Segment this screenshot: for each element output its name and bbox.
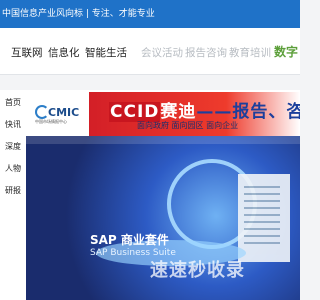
main-navigation: 互联网 信息化 智能生活 会议活动 报告咨询 教育培训 数字 <box>0 28 300 75</box>
sidebar-item-people[interactable]: 人物 <box>5 163 21 174</box>
top-bar: 中国信息产业风向标 | 专注、才能专业 <box>0 0 300 28</box>
cmic-ring-icon <box>35 105 49 119</box>
sidebar-item-depth[interactable]: 深度 <box>5 141 21 152</box>
cmic-logo-text: CMIC <box>48 106 80 119</box>
ccid-mark: CCID <box>109 102 161 122</box>
ad-banner[interactable]: CMIC 中国市场情报中心 CCID赛迪——报告、咨询、调研 面向政府 面向园区… <box>26 90 300 136</box>
sidebar-item-home[interactable]: 首页 <box>5 97 21 108</box>
nav-item-reports[interactable]: 报告咨询 <box>185 45 227 60</box>
sidebar-item-research[interactable]: 研报 <box>5 185 21 196</box>
photo-screen-title: SAP 商业套件 <box>90 233 169 247</box>
sidebar: 首页 快讯 深度 人物 研报 <box>0 90 26 300</box>
cmic-logo-subtext: 中国市场情报中心 <box>35 119 67 124</box>
nav-item-digital[interactable]: 数字 <box>274 43 298 60</box>
ccid-headline: CCID赛迪——报告、咨询、调研 <box>109 97 300 122</box>
ccid-subline: 面向政府 面向园区 面向企业 <box>137 121 239 130</box>
nav-item-smart-life[interactable]: 智能生活 <box>85 45 127 60</box>
nav-item-informatization[interactable]: 信息化 <box>48 45 80 60</box>
watermark: 速速秒收录 <box>150 260 245 281</box>
ccid-headline-text: 赛迪 <box>160 102 197 122</box>
site-tagline: 中国信息产业风向标 | 专注、才能专业 <box>2 9 155 19</box>
sidebar-item-news[interactable]: 快讯 <box>5 119 21 130</box>
ccid-advert: CCID赛迪——报告、咨询、调研 面向政府 面向园区 面向企业 <box>89 92 300 136</box>
nav-item-internet[interactable]: 互联网 <box>11 45 43 60</box>
ceiling-light-strip <box>26 136 300 144</box>
nav-item-training[interactable]: 教育培训 <box>229 45 271 60</box>
nav-item-events[interactable]: 会议活动 <box>141 45 183 60</box>
side-screen <box>238 174 290 262</box>
cmic-logo: CMIC 中国市场情报中心 <box>33 104 81 126</box>
ccid-headline-tail: ——报告、咨询、调研 <box>196 102 300 122</box>
